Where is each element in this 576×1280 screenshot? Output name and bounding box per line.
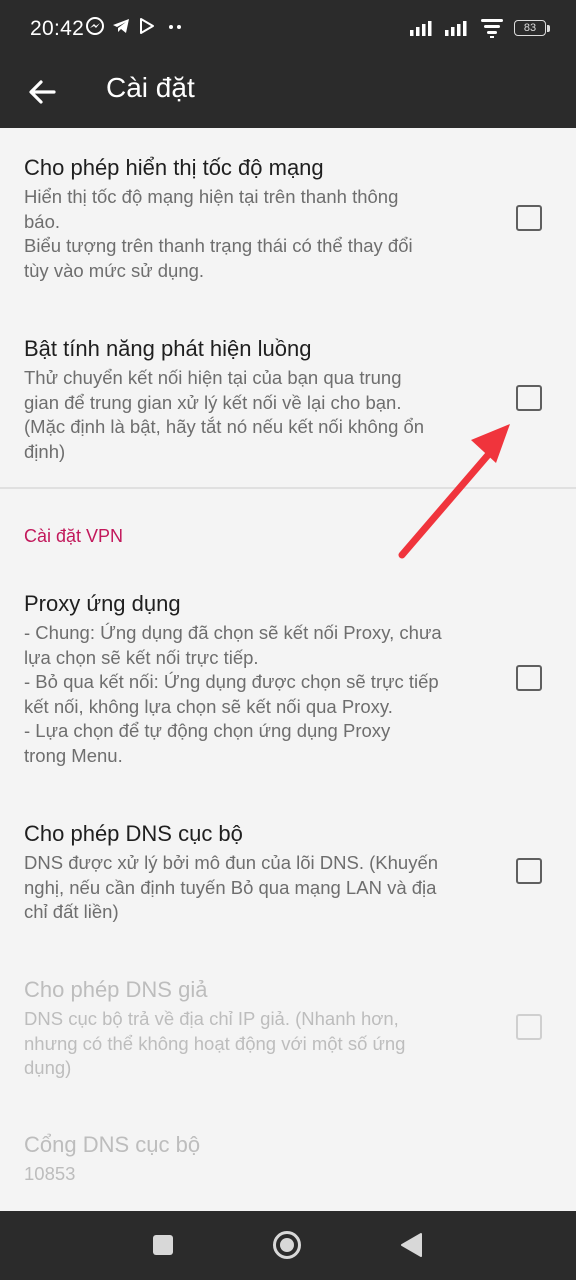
description-line: lựa chọn sẽ kết nối trực tiếp. xyxy=(24,646,259,668)
setting-title: Cho phép DNS cục bộ xyxy=(24,821,243,846)
setting-description: DNS cục bộ trả về địa chỉ IP giả. (Nhanh… xyxy=(24,1007,484,1081)
description-line: Thử chuyển kết nối hiện tại của bạn qua … xyxy=(24,367,402,388)
status-time: 20:42 xyxy=(30,17,85,40)
signal-icon xyxy=(445,21,467,36)
description-line: - Chung: Ứng dụng đã chọn sẽ kết nối Pro… xyxy=(24,622,442,643)
app-proxy-checkbox[interactable] xyxy=(516,665,542,691)
setting-local-dns-port: Cổng DNS cục bộ 10853 xyxy=(0,1120,576,1211)
description-line: Hiển thị tốc độ mạng hiện tại trên thanh… xyxy=(24,186,399,207)
battery-icon: 83 xyxy=(514,20,550,36)
navigation-bar xyxy=(0,1211,576,1280)
section-divider xyxy=(0,487,576,489)
dns-port-value: 10853 xyxy=(24,1163,76,1184)
setting-description: Thử chuyển kết nối hiện tại của bạn qua … xyxy=(24,366,484,464)
wifi-icon xyxy=(481,19,503,38)
fake-dns-checkbox xyxy=(516,1014,542,1040)
setting-network-speed[interactable]: Cho phép hiển thị tốc độ mạng Hiển thị t… xyxy=(0,128,576,308)
telegram-icon xyxy=(113,19,129,33)
description-line: báo. xyxy=(24,210,61,232)
setting-title: Proxy ứng dụng xyxy=(24,591,181,616)
description-line: trong Menu. xyxy=(24,744,123,766)
description-line: - Bỏ qua kết nối: Ứng dụng được chọn sẽ … xyxy=(24,671,439,692)
description-line: dụng) xyxy=(24,1057,72,1078)
description-line: nghị, nếu cần định tuyến Bỏ qua mạng LAN… xyxy=(24,876,437,898)
network-speed-checkbox[interactable] xyxy=(516,205,542,231)
description-line: tùy vào mức sử dụng. xyxy=(24,259,205,281)
flow-detection-checkbox[interactable] xyxy=(516,385,542,411)
description-line: gian để trung gian xử lý kết nối về lại … xyxy=(24,391,402,413)
setting-title: Cổng DNS cục bộ xyxy=(24,1132,201,1157)
description-line: - Lựa chọn để tự động chọn ứng dụng Prox… xyxy=(24,720,391,741)
battery-level: 83 xyxy=(523,22,537,34)
recents-square-icon[interactable] xyxy=(152,1234,174,1256)
setting-title: Cho phép hiển thị tốc độ mạng xyxy=(24,155,324,180)
setting-app-proxy[interactable]: Proxy ứng dụng - Chung: Ứng dụng đã chọn… xyxy=(0,568,576,790)
signal-icon xyxy=(410,21,432,36)
setting-title: Cho phép DNS giả xyxy=(24,977,208,1002)
description-line: DNS cục bộ trả về địa chỉ IP giả. (Nhanh… xyxy=(24,1008,399,1029)
status-bar: 20:42 83 xyxy=(0,0,576,58)
setting-fake-dns: Cho phép DNS giả DNS cục bộ trả về địa c… xyxy=(0,955,576,1120)
setting-description: - Chung: Ứng dụng đã chọn sẽ kết nối Pro… xyxy=(24,621,484,768)
home-circle-icon[interactable] xyxy=(272,1230,302,1260)
description-line: nhưng có thể không hoạt động với một số … xyxy=(24,1032,406,1054)
setting-flow-detection[interactable]: Bật tính năng phát hiện luồng Thử chuyển… xyxy=(0,308,576,488)
back-triangle-icon[interactable] xyxy=(400,1233,422,1257)
description-line: kết nối, không lựa chọn sẽ kết nối qua P… xyxy=(24,695,393,717)
play-store-icon xyxy=(140,18,154,34)
messenger-icon xyxy=(86,17,104,35)
description-line: định) xyxy=(24,440,66,462)
app-bar: Cài đặt xyxy=(0,58,576,128)
more-dots-icon xyxy=(169,25,181,29)
settings-list: Cho phép hiển thị tốc độ mạng Hiển thị t… xyxy=(0,128,576,1211)
description-line: chỉ đất liền) xyxy=(24,901,119,922)
setting-description: DNS được xử lý bởi mô đun của lõi DNS. (… xyxy=(24,851,484,925)
section-header-vpn: Cài đặt VPN xyxy=(24,526,124,546)
description-line: Biểu tượng trên thanh trạng thái có thể … xyxy=(24,235,413,256)
setting-local-dns[interactable]: Cho phép DNS cục bộ DNS được xử lý bởi m… xyxy=(0,790,576,955)
description-line: DNS được xử lý bởi mô đun của lõi DNS. (… xyxy=(24,852,439,873)
local-dns-checkbox[interactable] xyxy=(516,858,542,884)
setting-title: Bật tính năng phát hiện luồng xyxy=(24,336,312,361)
setting-description: Hiển thị tốc độ mạng hiện tại trên thanh… xyxy=(24,185,484,283)
description-line: (Mặc định là bật, hãy tắt nó nếu kết nối… xyxy=(24,416,425,437)
page-title: Cài đặt xyxy=(106,72,195,103)
back-arrow-icon[interactable] xyxy=(24,74,60,110)
